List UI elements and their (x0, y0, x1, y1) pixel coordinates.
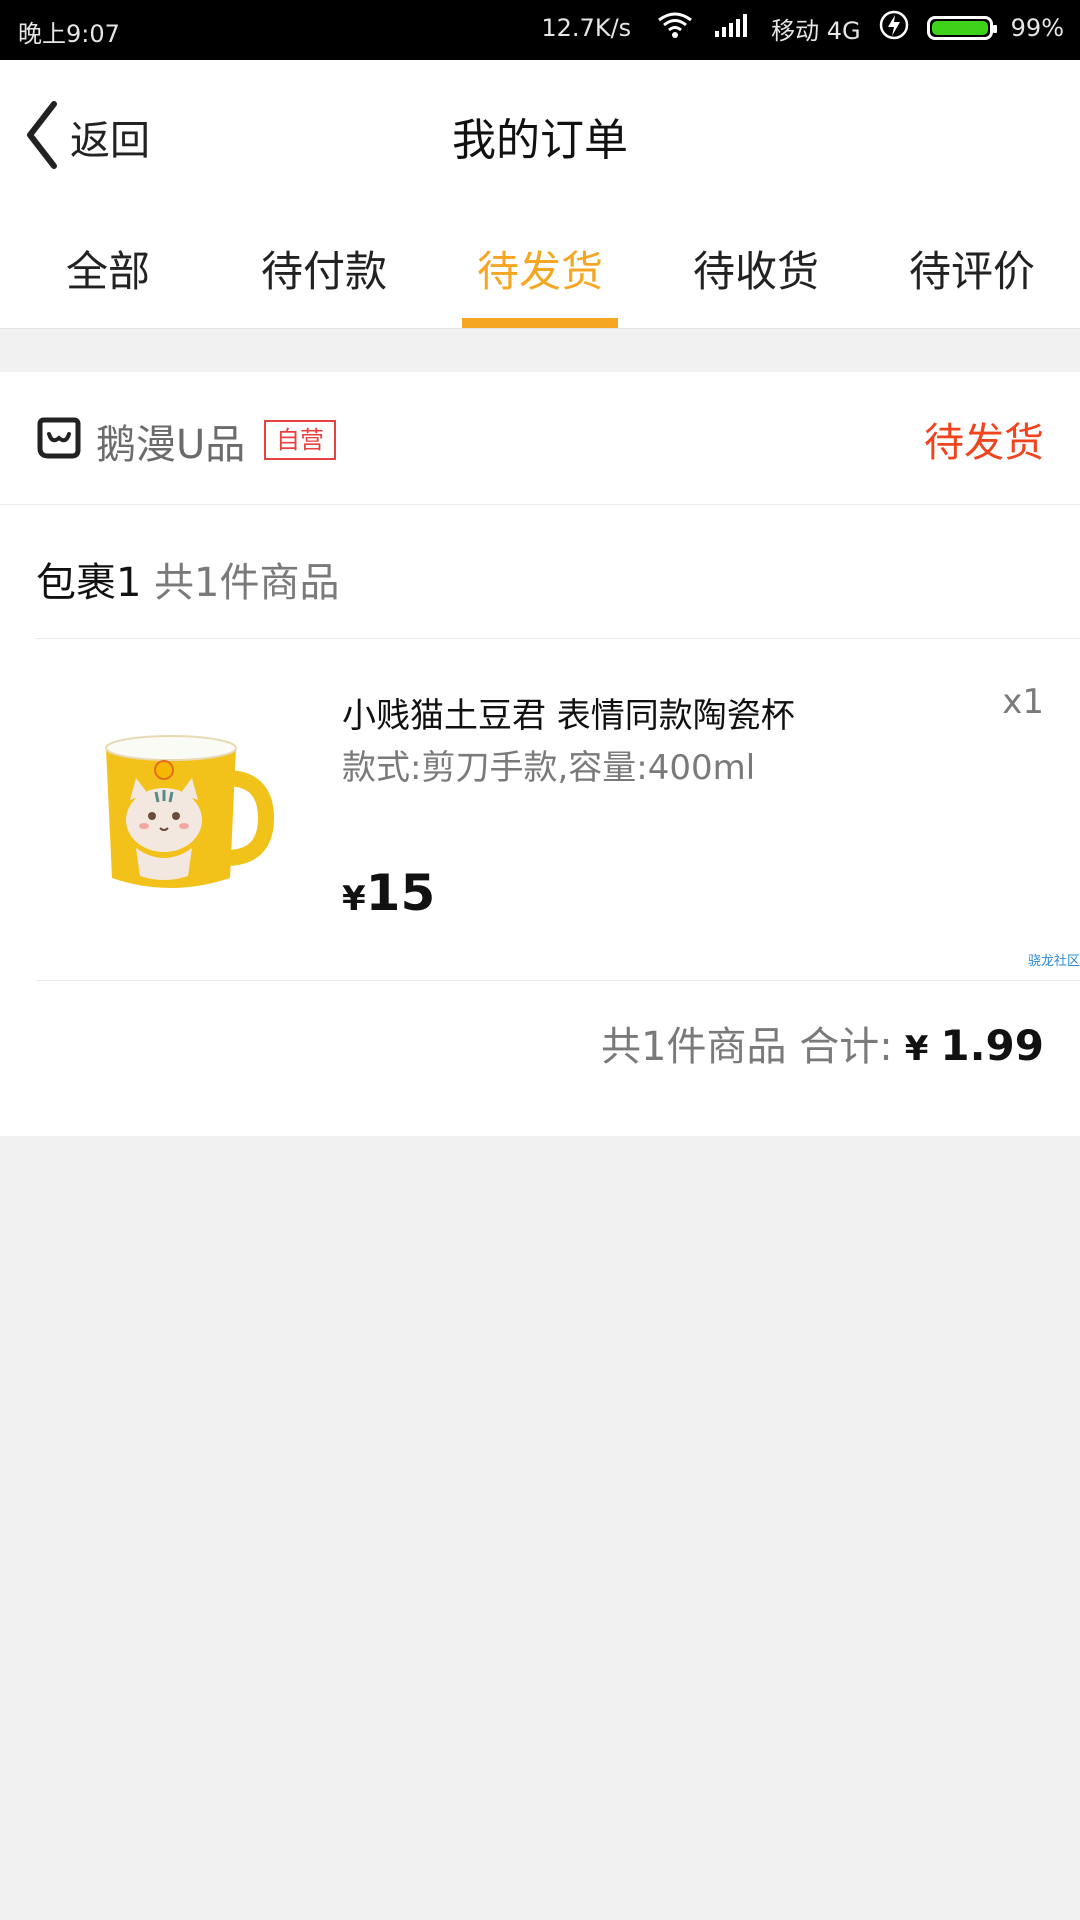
self-operated-badge: 自营 (264, 420, 336, 460)
signal-icon (713, 11, 753, 45)
order-card[interactable]: 鹅漫U品 自营 待发货 包裹1 共1件商品 小贱猫土豆君 表情同款陶瓷杯 款式:… (0, 372, 1080, 1136)
tab-pending-payment[interactable]: 待付款 (216, 208, 432, 328)
product-spec: 款式:剪刀手款,容量:400ml (342, 748, 756, 788)
network-speed: 12.7K/s (541, 14, 632, 42)
package-count: 共1件商品 (154, 560, 340, 606)
store-logo-icon (36, 414, 82, 460)
tab-label: 待评价 (908, 247, 1035, 296)
tab-pending-shipment[interactable]: 待发货 (432, 208, 648, 328)
product-price: ¥15 (342, 864, 435, 922)
status-bar: 晚上9:07 12.7K/s 移动 4G 99% (0, 0, 1080, 60)
tab-pending-receipt[interactable]: 待收货 (648, 208, 864, 328)
product-title: 小贱猫土豆君 表情同款陶瓷杯 (342, 696, 795, 736)
tab-pending-review[interactable]: 待评价 (864, 208, 1080, 328)
order-status: 待发货 (924, 420, 1044, 466)
battery-icon (926, 16, 997, 40)
package-row: 包裹1 共1件商品 (36, 504, 1080, 639)
order-item[interactable]: 小贱猫土豆君 表情同款陶瓷杯 款式:剪刀手款,容量:400ml x1 ¥15 骁… (36, 638, 1080, 981)
order-total: 共1件商品 合计: ¥ 1.99 (601, 1014, 1044, 1072)
tab-label: 待付款 (260, 247, 387, 296)
tab-label: 待发货 (476, 247, 603, 296)
order-tabs: 全部 待付款 待发货 待收货 待评价 (0, 208, 1080, 329)
battery-percent: 99% (1010, 14, 1064, 42)
package-label: 包裹1 (36, 560, 142, 606)
wifi-icon (655, 10, 695, 46)
product-thumbnail (66, 708, 276, 908)
store-name: 鹅漫U品 (96, 422, 246, 468)
tab-all[interactable]: 全部 (0, 208, 216, 328)
total-amount: 1.99 (940, 1021, 1044, 1070)
status-time: 晚上9:07 (18, 20, 120, 48)
price-amount: 15 (365, 864, 436, 922)
active-tab-indicator (462, 318, 618, 328)
price-currency: ¥ (342, 879, 366, 919)
product-quantity: x1 (1002, 682, 1044, 722)
page-title: 我的订单 (452, 115, 628, 166)
watermark: 骁龙社区 (1027, 954, 1080, 969)
tab-label: 待收货 (692, 247, 819, 296)
order-total-row: 共1件商品 合计: ¥ 1.99 (0, 980, 1080, 1136)
total-currency: ¥ (904, 1029, 929, 1069)
charging-icon (879, 10, 909, 46)
store-row[interactable]: 鹅漫U品 自营 待发货 (0, 372, 1080, 505)
app-header: 返回 我的订单 (0, 60, 1080, 208)
carrier-label: 移动 4G (771, 16, 861, 45)
status-right: 12.7K/s 移动 4G 99% (541, 10, 1064, 46)
tab-label: 全部 (65, 247, 150, 296)
total-label: 共1件商品 合计: (601, 1024, 893, 1070)
